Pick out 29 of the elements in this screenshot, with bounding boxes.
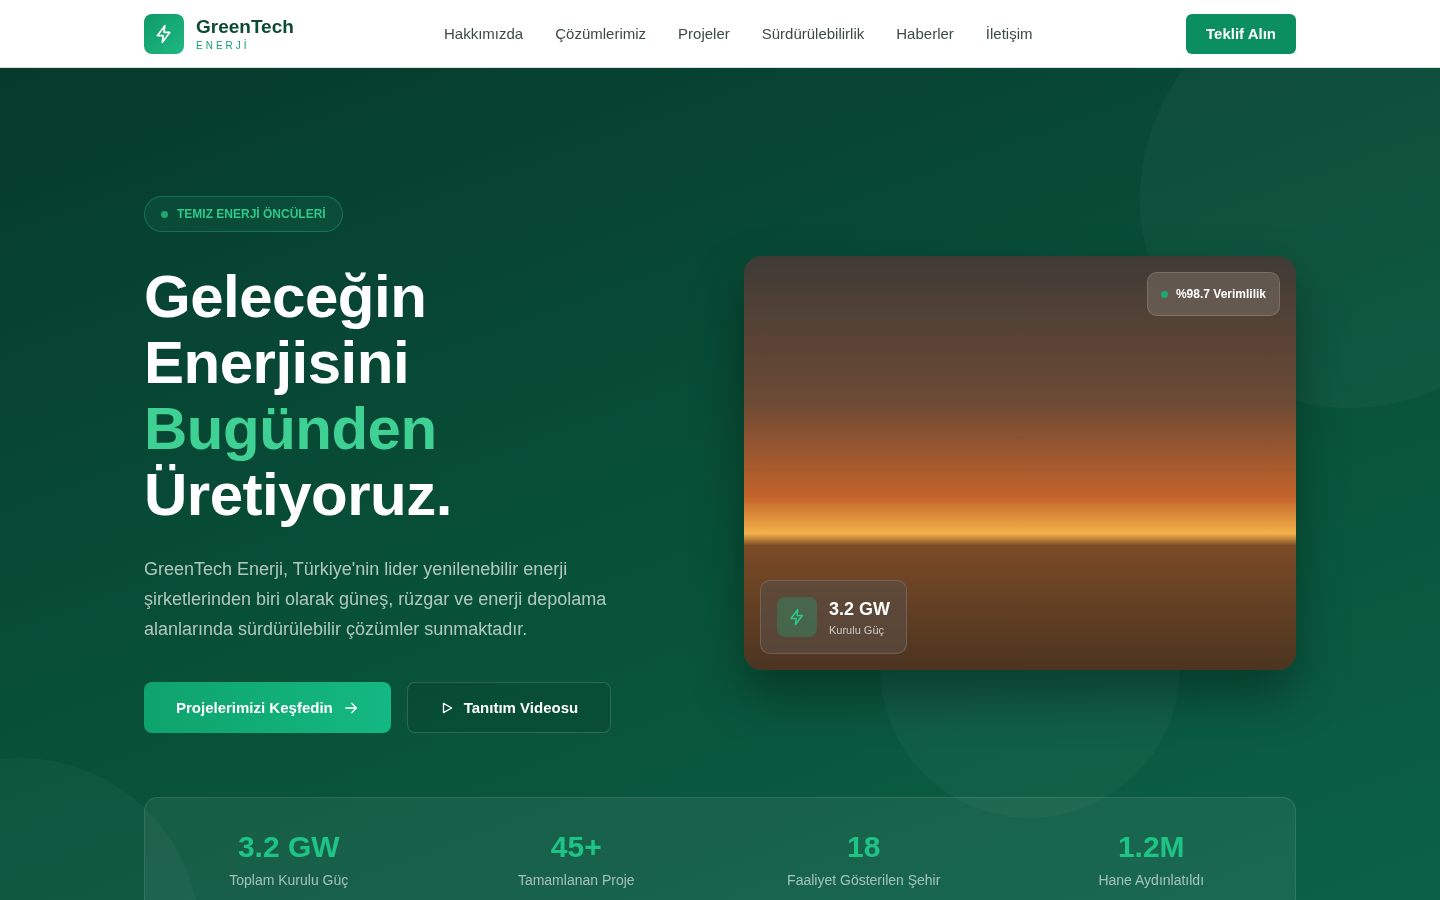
stat-value: 3.2 GW [237,830,340,864]
nav-link[interactable]: Sürdürülebilirlik [761,25,865,42]
headline-line: Bugünden [144,396,437,462]
stat-value: 3.2 GW [829,598,890,620]
tag-badge: TEMIZ ENERJİ ÖNCÜLERİ [144,196,343,232]
brand-tagline: ENERJİ [196,40,251,51]
lightning-logo-icon[interactable] [144,13,184,54]
stat-label: Tamamlanan Proje [517,872,635,888]
headline-line: Üretiyoruz. [144,462,452,528]
nav-link[interactable]: Hakkımızda [444,25,524,42]
lightning-icon [777,597,817,637]
stat-label: Toplam Kurulu Güç [229,872,349,888]
headline-line: Geleceğin [144,264,427,330]
quote-button[interactable]: Teklif Alın [1186,13,1296,54]
headline-line: Enerjisini [144,330,410,396]
efficiency-badge: %98.7 Verimlilik [1146,272,1280,316]
hero-description: GreenTech Enerji, Türkiye'nin lider yenilenebilir enerji şirketlerinden biri olarak güneş, rüzgar ve enerji depolama alanlarında sürdürülebilir çözümler sunmaktadır. [144,558,608,641]
nav-link[interactable]: İletişim [985,25,1033,42]
stat-value: 1.2M [1117,830,1185,864]
brand-name[interactable]: GreenTech [196,16,294,38]
stat-label: Faaliyet Gösterilen Şehir [787,872,941,888]
intro-video-button[interactable]: Tanıtım Videosu [406,682,612,733]
nav-link[interactable]: Haberler [896,25,954,42]
stat-value: 18 [847,830,881,864]
nav-link[interactable]: Projeler [678,25,730,42]
nav-link[interactable]: Çözümlerimiz [555,25,647,42]
stat-label: Hane Aydınlatıldı [1098,872,1205,888]
stat-value: 45+ [550,830,602,864]
stat-label: Kurulu Güç [829,623,886,636]
